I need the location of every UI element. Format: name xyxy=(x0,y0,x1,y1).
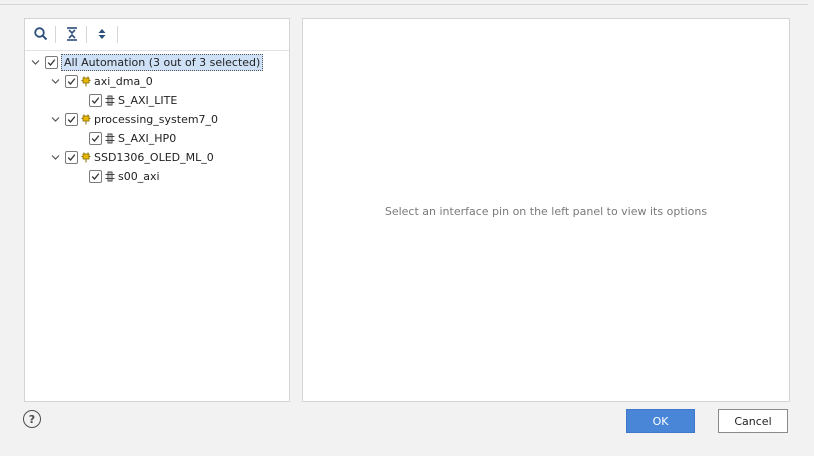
expand-all-icon[interactable] xyxy=(94,26,110,42)
chevron-down-icon[interactable] xyxy=(51,115,60,124)
chevron-down-icon[interactable] xyxy=(51,77,60,86)
toolbar-separator xyxy=(117,26,118,43)
checkbox[interactable] xyxy=(89,170,102,183)
interface-pin-icon xyxy=(105,133,115,144)
checkbox[interactable] xyxy=(65,113,78,126)
ok-button[interactable]: OK xyxy=(626,409,695,433)
toolbar-divider xyxy=(25,50,289,51)
tree-node-label[interactable]: All Automation (3 out of 3 selected) xyxy=(61,54,264,71)
tree-node-s-axi-lite[interactable]: S_AXI_LITE xyxy=(89,91,177,110)
chevron-down-icon[interactable] xyxy=(51,153,60,162)
checkbox[interactable] xyxy=(45,56,58,69)
toolbar-separator xyxy=(55,26,56,43)
tree-node-label[interactable]: S_AXI_HP0 xyxy=(118,132,176,145)
tree-node-label[interactable]: processing_system7_0 xyxy=(94,113,218,126)
ip-block-icon xyxy=(81,114,91,125)
tree-node-s-axi-hp0[interactable]: S_AXI_HP0 xyxy=(89,129,176,148)
collapse-all-icon[interactable] xyxy=(64,26,80,42)
tree-node-axi-dma-0[interactable]: axi_dma_0 xyxy=(51,72,153,91)
ip-block-icon xyxy=(81,76,91,87)
top-divider xyxy=(0,4,808,5)
tree-node-s00-axi[interactable]: s00_axi xyxy=(89,167,160,186)
help-button[interactable]: ? xyxy=(23,410,41,428)
options-placeholder-text: Select an interface pin on the left pane… xyxy=(384,205,708,218)
automation-tree-panel: All Automation (3 out of 3 selected) axi… xyxy=(24,18,290,402)
tree-node-label[interactable]: S_AXI_LITE xyxy=(118,94,177,107)
options-panel: Select an interface pin on the left pane… xyxy=(302,18,790,402)
tree-node-processing-system7-0[interactable]: processing_system7_0 xyxy=(51,110,218,129)
cancel-button[interactable]: Cancel xyxy=(718,409,788,433)
tree-toolbar xyxy=(25,19,289,51)
tree-node-label[interactable]: axi_dma_0 xyxy=(94,75,153,88)
tree-node-root[interactable]: All Automation (3 out of 3 selected) xyxy=(31,53,264,72)
checkbox[interactable] xyxy=(89,132,102,145)
checkbox[interactable] xyxy=(65,75,78,88)
toolbar-separator xyxy=(86,26,87,43)
ip-block-icon xyxy=(81,152,91,163)
interface-pin-icon xyxy=(105,171,115,182)
chevron-down-icon[interactable] xyxy=(31,58,40,67)
tree-node-ssd1306-oled-ml-0[interactable]: SSD1306_OLED_ML_0 xyxy=(51,148,214,167)
interface-pin-icon xyxy=(105,95,115,106)
tree-node-label[interactable]: SSD1306_OLED_ML_0 xyxy=(94,151,214,164)
tree-node-label[interactable]: s00_axi xyxy=(118,170,160,183)
checkbox[interactable] xyxy=(89,94,102,107)
checkbox[interactable] xyxy=(65,151,78,164)
search-icon[interactable] xyxy=(33,26,49,42)
